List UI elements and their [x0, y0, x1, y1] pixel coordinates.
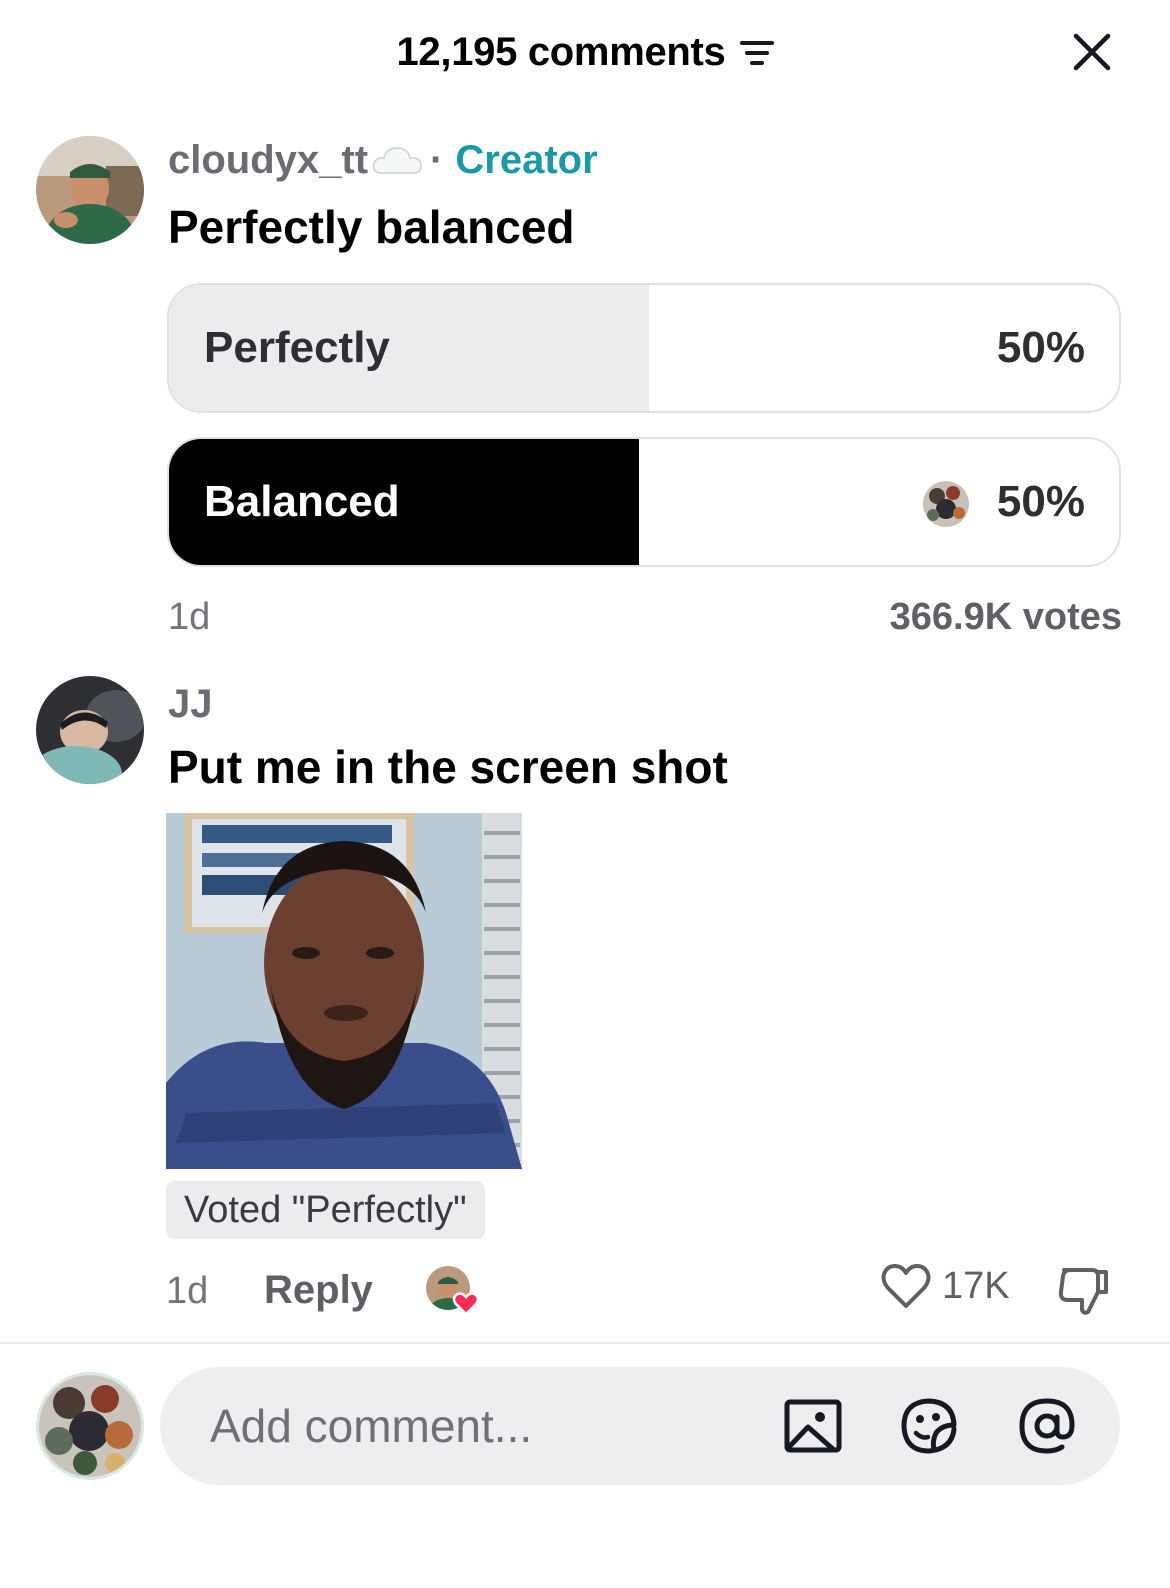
heart-icon [881, 1264, 931, 1308]
creator-liked-indicator [424, 1264, 484, 1318]
comments-sheet: 12,195 comments cloudyx_tt · Creator Per… [0, 0, 1170, 1588]
cloud-icon [372, 146, 422, 174]
dislike-icon[interactable] [1056, 1262, 1112, 1318]
username[interactable]: JJ [168, 682, 213, 727]
poll-option-percent: 50% [996, 477, 1085, 526]
comment-text: Put me in the screen shot [168, 741, 728, 793]
separator-dot: · [430, 138, 444, 182]
comment-timestamp: 1d [166, 1270, 209, 1312]
comment-header: cloudyx_tt · Creator [168, 138, 598, 183]
avatar[interactable] [36, 676, 144, 784]
close-icon[interactable] [1070, 30, 1114, 74]
poll-option-perfectly[interactable]: Perfectly 50% [167, 283, 1121, 413]
voted-badge: Voted "Perfectly" [166, 1181, 485, 1239]
emoji-icon[interactable] [898, 1395, 960, 1457]
image-icon[interactable] [782, 1395, 844, 1457]
divider [0, 1342, 1170, 1344]
voter-avatar [923, 481, 969, 527]
username[interactable]: cloudyx_tt [168, 138, 368, 183]
my-avatar [36, 1372, 144, 1480]
avatar[interactable] [36, 136, 144, 244]
header-title-group[interactable]: 12,195 comments [0, 30, 1170, 75]
poll-votes-count: 366.9K votes [889, 596, 1122, 638]
mention-icon[interactable] [1016, 1395, 1078, 1457]
poll-option-label: Perfectly [204, 323, 390, 372]
comment-timestamp: 1d [168, 596, 211, 638]
comments-header: 12,195 comments [0, 0, 1170, 105]
like-button[interactable]: 17K [880, 1262, 1010, 1310]
comment-image[interactable] [166, 813, 522, 1169]
poll-option-percent: 50% [996, 323, 1085, 372]
comment-composer[interactable] [160, 1367, 1120, 1485]
like-count: 17K [942, 1264, 1010, 1307]
comment-text: Perfectly balanced [168, 201, 575, 253]
filter-icon[interactable] [739, 39, 774, 67]
poll-option-label: Balanced [204, 477, 400, 526]
reply-button[interactable]: Reply [264, 1268, 373, 1313]
comment-input[interactable] [210, 1367, 750, 1485]
poll-option-balanced[interactable]: Balanced 50% [167, 437, 1121, 567]
creator-tag: Creator [455, 138, 598, 182]
comments-count-title: 12,195 comments [396, 30, 726, 74]
